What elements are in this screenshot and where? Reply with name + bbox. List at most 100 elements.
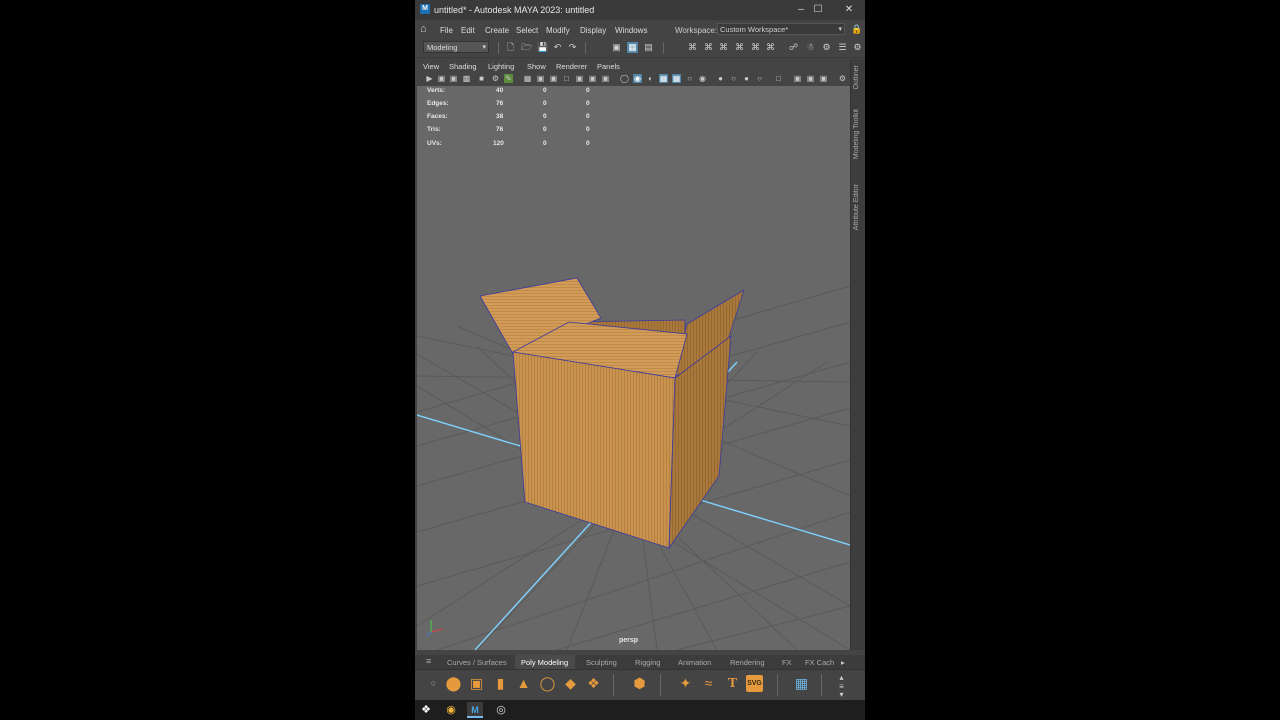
grid-icon[interactable]: ▦ [523, 74, 532, 83]
chrome-icon[interactable]: ◉ [443, 702, 459, 718]
redo-icon[interactable]: ↷ [567, 42, 578, 53]
ipr-icon[interactable]: ☰ [837, 42, 848, 53]
shelf-tab-rigging[interactable]: Rigging [635, 658, 660, 667]
lock-icon[interactable]: 🔒 [851, 24, 862, 35]
poly-cube-icon[interactable]: ▣ [468, 675, 485, 692]
depth-of-field-icon[interactable]: ○ [755, 74, 764, 83]
menu-select[interactable]: Select [516, 26, 538, 35]
new-scene-icon[interactable]: 🗋 [505, 42, 516, 53]
menu-display[interactable]: Display [580, 26, 606, 35]
camera-attributes-icon[interactable]: ▣ [437, 74, 446, 83]
panel-menu-view[interactable]: View [423, 62, 439, 71]
svg-tool-icon[interactable]: SVG [746, 675, 763, 692]
resolution-gate-icon[interactable]: ▣ [549, 74, 558, 83]
panel-menu-renderer[interactable]: Renderer [556, 62, 587, 71]
lights-icon[interactable]: ○ [685, 74, 694, 83]
shelf-tab-sculpting[interactable]: Sculpting [586, 658, 617, 667]
wireframe-on-shaded-icon[interactable]: ▦ [659, 74, 668, 83]
minimize-icon[interactable]: – [793, 3, 809, 17]
poly-cylinder-icon[interactable]: ▮ [492, 675, 509, 692]
history-icon[interactable]: ☍ [788, 42, 799, 53]
shelf-tab-rendering[interactable]: Rendering [730, 658, 765, 667]
2d-pan-icon[interactable]: ⚙ [491, 74, 500, 83]
tab-outliner[interactable]: Outliner [853, 65, 860, 90]
image-plane-icon[interactable]: ▩ [462, 74, 471, 83]
gate-mask-icon[interactable]: □ [562, 74, 571, 83]
poly-cone-icon[interactable]: ▲ [515, 675, 532, 692]
multisample-aa-icon[interactable]: ● [742, 74, 751, 83]
poly-plane-icon[interactable]: ◆ [562, 675, 579, 692]
tab-attribute-editor[interactable]: Attribute Editor [853, 184, 860, 230]
film-gate-icon[interactable]: ▣ [536, 74, 545, 83]
menu-modify[interactable]: Modify [546, 26, 570, 35]
poly-disc-icon[interactable]: ❖ [585, 675, 602, 692]
menu-file[interactable]: File [440, 26, 453, 35]
isolate-select-icon[interactable]: □ [774, 74, 783, 83]
home-icon[interactable]: ⌂ [420, 24, 427, 35]
select-by-component-icon[interactable]: ▤ [643, 42, 654, 53]
poly-torus-icon[interactable]: ◯ [539, 675, 556, 692]
chevron-right-icon[interactable]: ▸ [841, 658, 845, 667]
uv-editor-icon[interactable]: ▦ [793, 675, 810, 692]
screen-space-ao-icon[interactable]: ● [716, 74, 725, 83]
camera-icon[interactable]: ■ [477, 74, 486, 83]
menu-windows[interactable]: Windows [615, 26, 647, 35]
grease-pencil-icon[interactable]: ✎ [504, 74, 513, 83]
render-settings-icon[interactable]: ⚙ [852, 42, 863, 53]
close-icon[interactable]: ✕ [841, 3, 857, 17]
snap-grid-icon[interactable]: ⌘ [687, 42, 698, 53]
windows-start-icon[interactable]: ❖ [418, 702, 434, 718]
menu-edit[interactable]: Edit [461, 26, 475, 35]
menuset-select[interactable]: Modeling ▾ [423, 41, 489, 53]
workspace-select[interactable]: Custom Workspace* ▾ [717, 23, 845, 35]
tab-modeling-toolkit[interactable]: Modeling Toolkit [853, 109, 860, 159]
select-by-hierarchy-icon[interactable]: ▣ [611, 42, 622, 53]
motion-blur-icon[interactable]: ○ [729, 74, 738, 83]
maximize-icon[interactable]: ☐ [810, 3, 826, 17]
undo-icon[interactable]: ↶ [552, 42, 563, 53]
snap-curve-icon[interactable]: ⌘ [703, 42, 714, 53]
open-scene-icon[interactable]: 🗁 [521, 42, 532, 53]
smooth-shade-icon[interactable]: ◉ [633, 74, 642, 83]
viewport-persp[interactable]: Verts: 40 0 0 Edges: 76 0 0 Faces: 38 0 … [417, 86, 850, 650]
shadows-icon[interactable]: ◉ [698, 74, 707, 83]
xray-icon[interactable]: ▣ [793, 74, 802, 83]
platonic-solid-icon[interactable]: ⬢ [631, 675, 648, 692]
select-by-object-icon[interactable]: ▦ [627, 42, 638, 53]
shelf-tab-fx-cache[interactable]: FX Cach [805, 658, 834, 667]
panel-menu-lighting[interactable]: Lighting [488, 62, 514, 71]
type-tool-icon[interactable]: T [724, 675, 741, 692]
panel-menu-show[interactable]: Show [527, 62, 546, 71]
menu-create[interactable]: Create [485, 26, 509, 35]
snap-surface-icon[interactable]: ⌘ [750, 42, 761, 53]
snap-vertex-icon[interactable]: ⌘ [765, 42, 776, 53]
render-icon[interactable]: ⚙ [821, 42, 832, 53]
save-scene-icon[interactable]: 💾 [537, 42, 548, 53]
shelf-tab-curves-surfaces[interactable]: Curves / Surfaces [447, 658, 507, 667]
obs-icon[interactable]: ◎ [493, 702, 509, 718]
snap-point-icon[interactable]: ⌘ [718, 42, 729, 53]
settings-icon[interactable]: ⚙ [838, 74, 847, 83]
panel-menu-panels[interactable]: Panels [597, 62, 620, 71]
field-chart-icon[interactable]: ▣ [575, 74, 584, 83]
xray-joints-icon[interactable]: ▣ [806, 74, 815, 83]
shelf-menu-icon[interactable]: ≡ [426, 656, 431, 666]
textured-icon[interactable]: ▦ [672, 74, 681, 83]
safe-action-icon[interactable]: ▣ [588, 74, 597, 83]
poly-sphere-icon[interactable]: ⬤ [445, 675, 462, 692]
safe-title-icon[interactable]: ▣ [601, 74, 610, 83]
maya-taskbar-icon[interactable]: M [467, 702, 483, 718]
bookmark-icon[interactable]: ▣ [449, 74, 458, 83]
shelf-tab-poly-modeling[interactable]: Poly Modeling [521, 658, 568, 667]
wireframe-icon[interactable]: ◯ [620, 74, 629, 83]
panel-menu-shading[interactable]: Shading [449, 62, 477, 71]
shelf-tab-fx[interactable]: FX [782, 658, 792, 667]
super-shape-icon[interactable]: ✦ [677, 675, 694, 692]
snap-view-icon[interactable]: ⌘ [734, 42, 745, 53]
shelf-tab-animation[interactable]: Animation [678, 658, 711, 667]
select-camera-icon[interactable]: ▶ [425, 74, 434, 83]
shelf-options-icon[interactable]: ○ [425, 675, 442, 692]
default-material-icon[interactable]: ◐ [646, 74, 655, 83]
sweep-mesh-icon[interactable]: ≈ [700, 675, 717, 692]
input-ops-icon[interactable]: ☃ [805, 42, 816, 53]
